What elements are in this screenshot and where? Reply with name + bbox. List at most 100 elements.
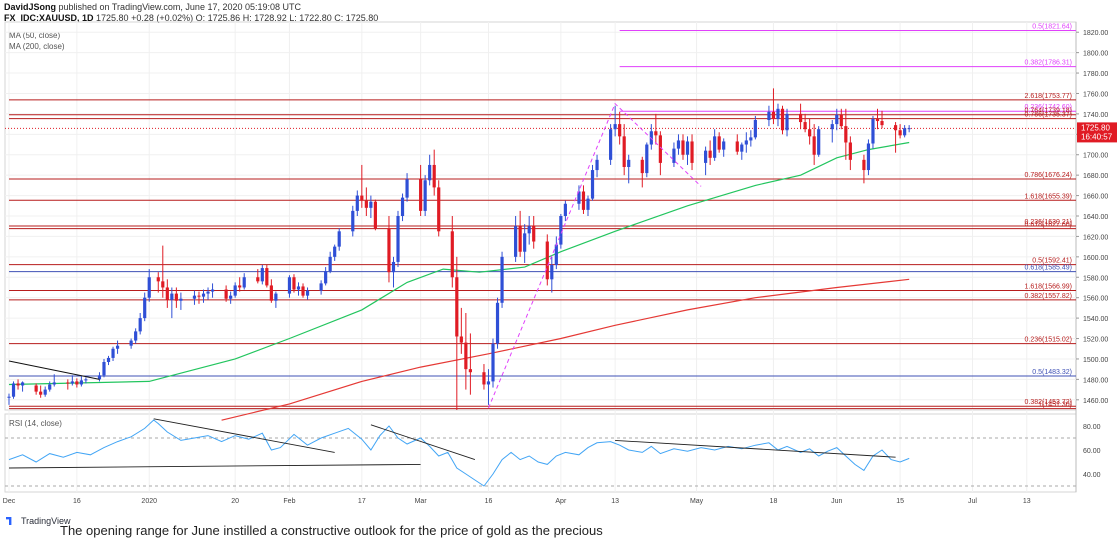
badge-timer: 16:40:57 [1081, 132, 1113, 141]
candle-body [862, 159, 866, 171]
candle-body [170, 293, 174, 300]
candle-body [654, 131, 658, 136]
x-tick-label: 18 [770, 498, 778, 505]
candle-body [844, 126, 848, 143]
candle-body [749, 137, 753, 141]
candle-body [776, 108, 780, 119]
rsi-tick-label: 80.00 [1083, 424, 1101, 431]
level-label: 0.236(1515.02) [1025, 337, 1072, 344]
candle-body [590, 170, 595, 199]
candle-body [880, 121, 884, 126]
candle-body [143, 297, 147, 319]
candle-body [351, 210, 355, 232]
candle-body [197, 295, 201, 297]
candle-body [102, 362, 106, 376]
candle-body [324, 271, 328, 284]
candle-body [369, 201, 373, 208]
candle-body [830, 124, 834, 130]
candle-body [839, 114, 843, 127]
candle-body [206, 291, 210, 294]
y-tick-label: 1660.00 [1083, 194, 1108, 201]
candle-body [550, 265, 554, 280]
candle-body [428, 164, 432, 181]
candle-body [260, 268, 264, 282]
rsi-trendline [8, 463, 421, 469]
level-label: 1.618(1655.39) [1025, 193, 1072, 200]
candle-body [609, 129, 613, 160]
candle-body [52, 382, 56, 385]
candle-body [563, 203, 567, 216]
y-tick-label: 1740.00 [1083, 112, 1108, 119]
y-tick-label: 1820.00 [1083, 30, 1108, 37]
candle-body [835, 114, 839, 125]
candle-body [468, 369, 472, 373]
level-label: 0.5(1821.64) [1032, 24, 1072, 31]
rsi-tick-label: 40.00 [1083, 472, 1101, 479]
candle-body [740, 144, 744, 152]
candle-body [627, 159, 631, 167]
price-chart[interactable]: 0.5(1821.64) 0.382(1786.31) 2.618(1753.77)… [0, 0, 1119, 534]
candle-body [292, 277, 296, 290]
x-tick-label: Jun [831, 498, 842, 505]
x-tick-label: Jul [968, 498, 977, 505]
y-tick-label: 1460.00 [1083, 398, 1108, 405]
y-tick-label: 1640.00 [1083, 214, 1108, 221]
candle-body [735, 141, 739, 152]
x-tick-label: 16 [73, 498, 81, 505]
rsi-trendline [615, 439, 896, 458]
candle-body [523, 233, 527, 252]
y-tick-label: 1780.00 [1083, 71, 1108, 78]
candle-body [165, 287, 169, 300]
candle-body [903, 128, 907, 136]
candle-body [459, 336, 463, 343]
rsi-trendline [153, 418, 335, 453]
candle-body [305, 290, 310, 296]
price-badge: 1725.80 16:40:57 [1077, 122, 1117, 143]
candle-body [808, 129, 812, 137]
candle-body [156, 277, 160, 282]
candle-body [690, 141, 694, 163]
level-label: 1.618(1566.99) [1025, 284, 1072, 291]
candle-body [66, 382, 70, 384]
candle-body [495, 302, 500, 344]
x-tick-label: 2020 [141, 498, 157, 505]
candle-body [242, 277, 246, 288]
ma200-line [221, 278, 910, 421]
candle-body [595, 159, 599, 171]
y-tick-label: 1760.00 [1083, 91, 1108, 98]
candle-body [432, 164, 436, 188]
candle-body [704, 150, 708, 163]
candle-body [464, 342, 468, 370]
candle-body [115, 345, 120, 349]
candle-body [514, 226, 518, 257]
candle-body [753, 120, 757, 138]
candle-body [373, 201, 377, 229]
y-tick-label: 1500.00 [1083, 357, 1108, 364]
candle-body [685, 141, 690, 155]
candle-body [866, 143, 871, 171]
x-tick-label: 13 [1023, 498, 1031, 505]
candle-body [405, 179, 409, 198]
rsi-tick-label: 60.00 [1083, 448, 1101, 455]
y-tick-label: 1540.00 [1083, 316, 1108, 323]
candle-body [11, 383, 16, 397]
candle-body [871, 119, 875, 144]
candle-body [129, 340, 133, 346]
candle-body [269, 285, 273, 301]
candle-body [500, 256, 504, 303]
candle-body [34, 385, 38, 392]
candle-body [161, 281, 165, 288]
level-label: 0.786(1735.37) [1025, 112, 1072, 119]
candle-body [554, 244, 558, 266]
y-tick-label: 1560.00 [1083, 296, 1108, 303]
candle-body [287, 277, 292, 294]
candles [7, 88, 911, 410]
candle-body [532, 226, 536, 242]
candle-body [75, 381, 79, 385]
candle-body [360, 195, 364, 201]
x-tick-label: Mar [415, 498, 428, 505]
x-tick-label: 16 [485, 498, 493, 505]
candle-body [256, 277, 260, 282]
candle-body [179, 298, 183, 301]
y-tick-label: 1700.00 [1083, 153, 1108, 160]
